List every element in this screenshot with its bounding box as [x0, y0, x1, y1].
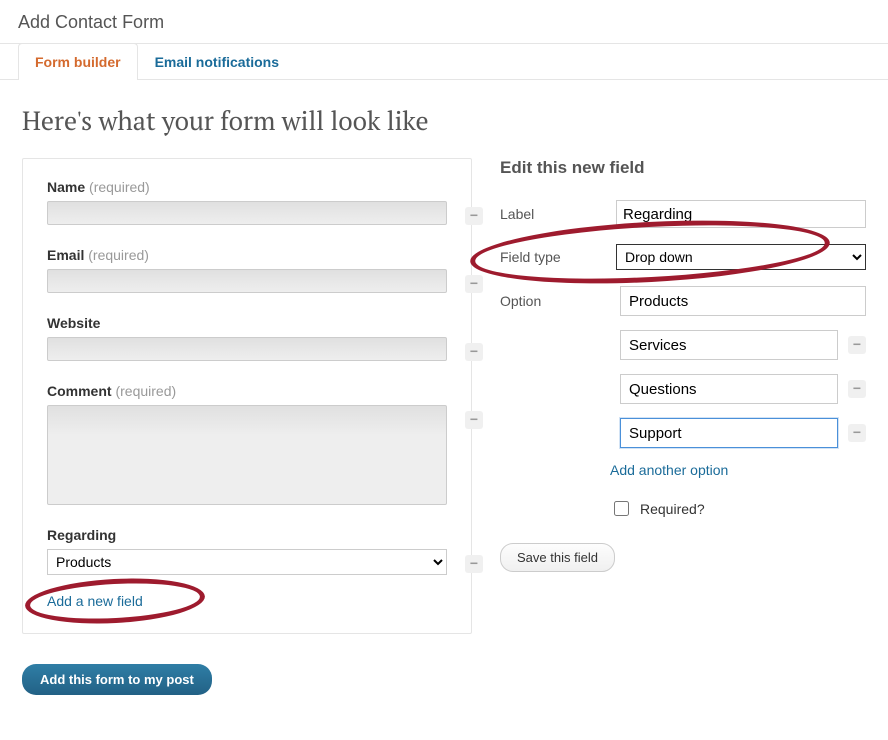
field-regarding-label: Regarding [47, 527, 447, 543]
field-comment-label: Comment (required) [47, 383, 447, 399]
tab-form-builder[interactable]: Form builder [18, 43, 138, 80]
preview-heading: Here's what your form will look like [22, 104, 866, 138]
edit-type-row: Field type Drop down [500, 244, 866, 270]
required-hint: (required) [115, 383, 176, 399]
field-name-label: Name (required) [47, 179, 447, 195]
option-input-1[interactable] [620, 286, 866, 316]
field-email: Email (required) − [47, 247, 447, 293]
edit-label-caption: Label [500, 206, 610, 222]
edit-label-row: Label [500, 200, 866, 228]
required-label: Required? [640, 501, 705, 517]
field-name: Name (required) − [47, 179, 447, 225]
field-comment: Comment (required) − [47, 383, 447, 505]
edit-type-caption: Field type [500, 249, 610, 265]
field-website: Website − [47, 315, 447, 361]
save-field-button[interactable]: Save this field [500, 543, 615, 572]
remove-field-icon[interactable]: − [465, 411, 483, 429]
option-input-3[interactable] [620, 374, 838, 404]
option-row-1: Option [500, 286, 866, 316]
label-text: Email [47, 247, 84, 263]
option-row-4: − [500, 418, 866, 448]
website-input[interactable] [47, 337, 447, 361]
remove-option-icon[interactable]: − [848, 424, 866, 442]
page-title: Add Contact Form [0, 0, 888, 44]
edit-option-caption: Option [500, 293, 610, 309]
option-input-2[interactable] [620, 330, 838, 360]
add-another-option-link[interactable]: Add another option [610, 462, 728, 478]
option-row-2: − [500, 330, 866, 360]
add-new-field-link[interactable]: Add a new field [47, 593, 143, 609]
required-hint: (required) [89, 179, 150, 195]
label-text: Regarding [47, 527, 116, 543]
comment-textarea[interactable] [47, 405, 447, 505]
remove-option-icon[interactable]: − [848, 336, 866, 354]
label-text: Name [47, 179, 85, 195]
remove-field-icon[interactable]: − [465, 343, 483, 361]
form-preview-panel: Name (required) − Email (required) − Web… [22, 158, 472, 634]
tabs: Form builder Email notifications [0, 43, 888, 80]
remove-field-icon[interactable]: − [465, 207, 483, 225]
tab-email-notifications[interactable]: Email notifications [138, 43, 296, 80]
regarding-select[interactable]: Products [47, 549, 447, 575]
name-input[interactable] [47, 201, 447, 225]
field-regarding: Regarding Products − [47, 527, 447, 575]
edit-label-input[interactable] [616, 200, 866, 228]
add-form-to-post-button[interactable]: Add this form to my post [22, 664, 212, 695]
remove-option-icon[interactable]: − [848, 380, 866, 398]
label-text: Comment [47, 383, 112, 399]
label-text: Website [47, 315, 100, 331]
option-input-4[interactable] [620, 418, 838, 448]
edit-heading: Edit this new field [500, 158, 866, 178]
required-hint: (required) [88, 247, 149, 263]
edit-field-panel: Edit this new field Label Field type Dro… [500, 158, 866, 572]
field-website-label: Website [47, 315, 447, 331]
field-type-select[interactable]: Drop down [616, 244, 866, 270]
field-email-label: Email (required) [47, 247, 447, 263]
email-input[interactable] [47, 269, 447, 293]
remove-field-icon[interactable]: − [465, 555, 483, 573]
option-row-3: − [500, 374, 866, 404]
remove-field-icon[interactable]: − [465, 275, 483, 293]
required-row: Required? [610, 498, 866, 519]
required-checkbox[interactable] [614, 501, 629, 516]
